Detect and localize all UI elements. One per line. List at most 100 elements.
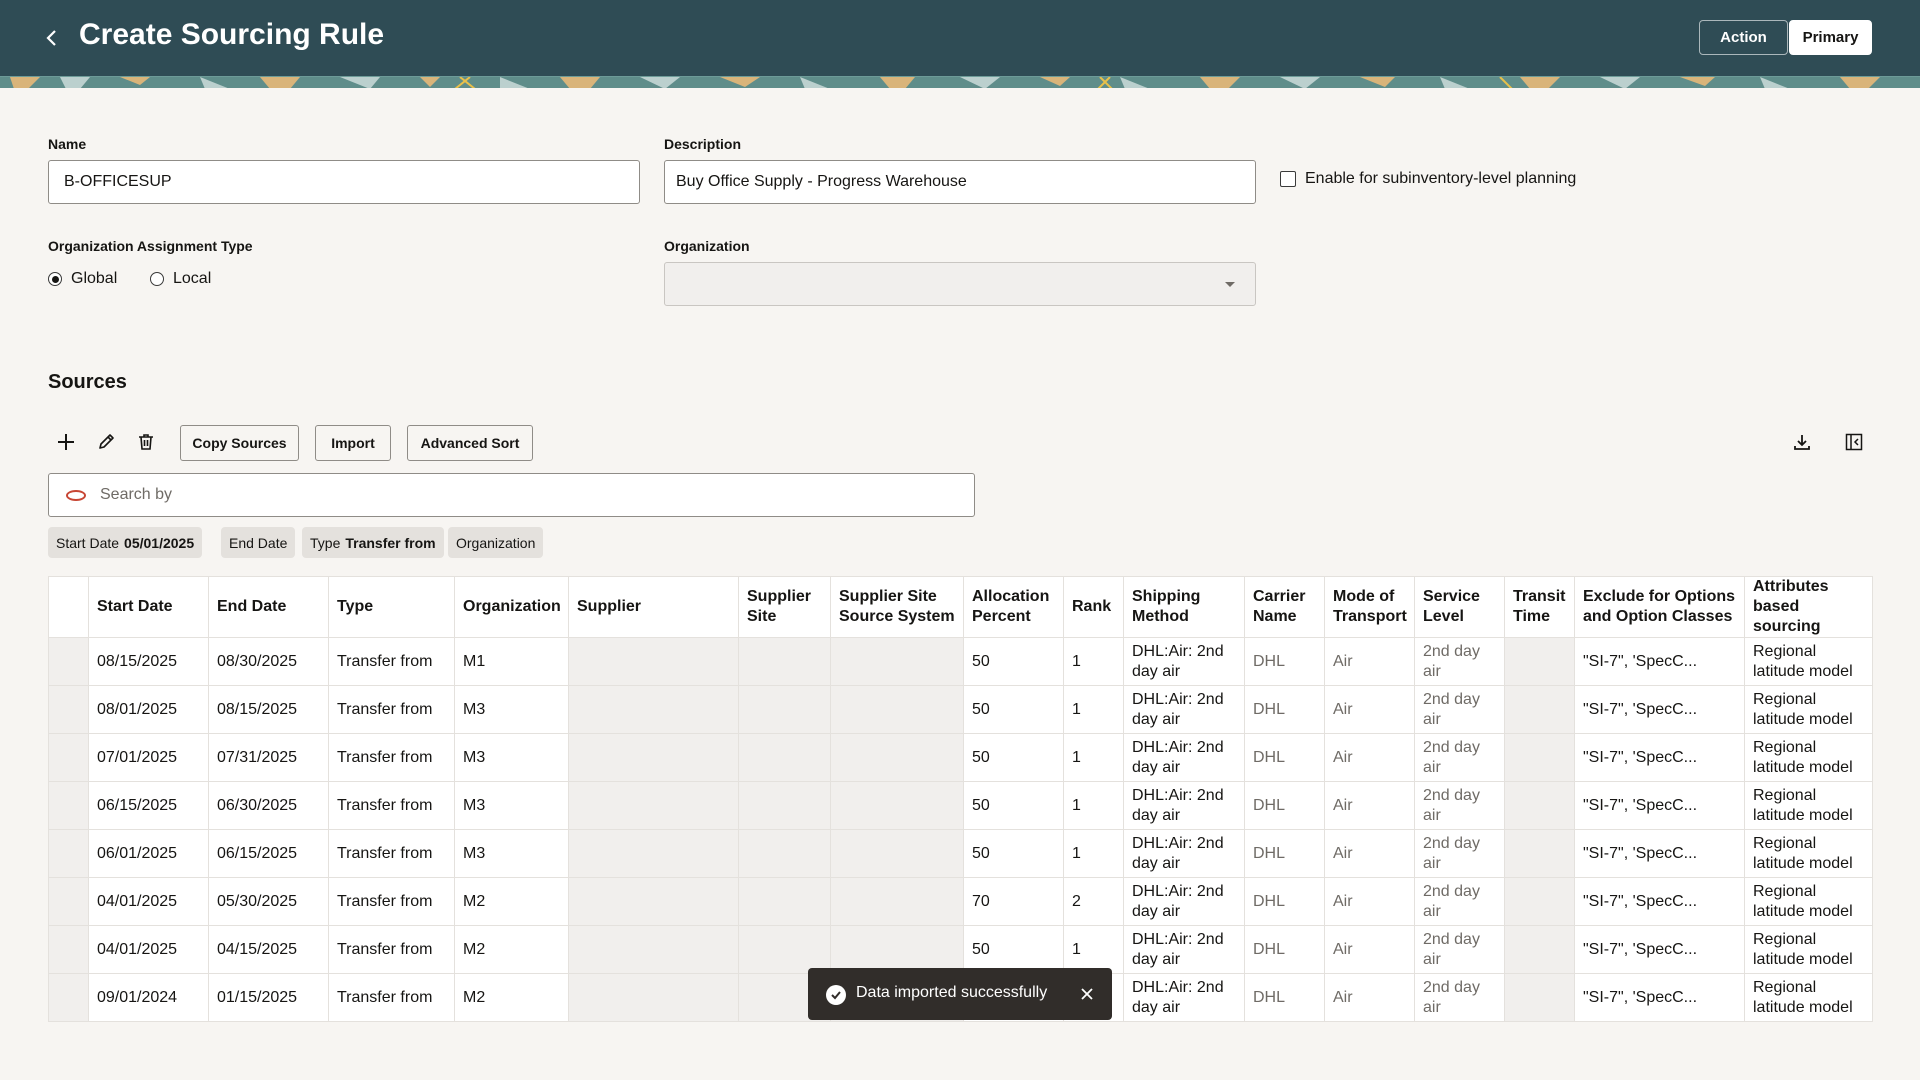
column-header-shipping-method[interactable]: Shipping Method bbox=[1123, 576, 1245, 638]
cell-exclude-options: "SI-7", 'SpecC... bbox=[1574, 973, 1745, 1022]
cell-service-level: 2nd day air bbox=[1414, 685, 1505, 734]
radio-local-option[interactable]: Local bbox=[150, 270, 211, 288]
caret-down-icon bbox=[1225, 282, 1235, 287]
cell-supplier bbox=[568, 973, 739, 1022]
filter-chip-end-date[interactable]: End Date bbox=[221, 527, 296, 558]
chip-value: Transfer from bbox=[345, 534, 436, 551]
filter-chip-type[interactable]: Type Transfer from bbox=[302, 527, 444, 558]
row-selector[interactable] bbox=[48, 829, 89, 878]
filter-chip-start-date[interactable]: Start Date 05/01/2025 bbox=[48, 527, 203, 558]
radio-global[interactable] bbox=[48, 272, 62, 286]
table-row[interactable]: 06/15/2025 06/30/2025 Transfer from M3 50 1 DH… bbox=[48, 781, 1873, 830]
cell-mode-of-transport: Air bbox=[1324, 925, 1415, 974]
row-selector[interactable] bbox=[48, 781, 89, 830]
table-row[interactable]: 08/15/2025 08/30/2025 Transfer from M1 50 1 DH… bbox=[48, 637, 1873, 686]
column-header-service-level[interactable]: Service Level bbox=[1414, 576, 1505, 638]
success-toast: Data imported successfully bbox=[808, 968, 1112, 1020]
column-header-rank[interactable]: Rank bbox=[1063, 576, 1124, 638]
cell-service-level: 2nd day air bbox=[1414, 925, 1505, 974]
header-row: Start Date End Date Type Organization Suppli… bbox=[48, 576, 1873, 638]
row-selector[interactable] bbox=[48, 925, 89, 974]
import-button[interactable]: Import bbox=[315, 425, 391, 461]
cell-supplier bbox=[568, 637, 739, 686]
radio-local-label: Local bbox=[173, 270, 212, 287]
radio-local[interactable] bbox=[150, 272, 164, 286]
column-header-allocation-percent[interactable]: Allocation Percent bbox=[963, 576, 1064, 638]
check-circle-icon bbox=[826, 985, 846, 1005]
cell-allocation-percent: 50 bbox=[963, 637, 1064, 686]
advanced-sort-button[interactable]: Advanced Sort bbox=[407, 425, 533, 461]
cell-exclude-options: "SI-7", 'SpecC... bbox=[1574, 829, 1745, 878]
back-button[interactable] bbox=[38, 22, 66, 54]
row-selector[interactable] bbox=[48, 973, 89, 1022]
cell-carrier-name: DHL bbox=[1244, 685, 1325, 734]
column-header-supplier-site[interactable]: Supplier Site bbox=[738, 576, 831, 638]
column-header-transit-time[interactable]: Transit Time bbox=[1504, 576, 1575, 638]
organization-select[interactable] bbox=[664, 262, 1256, 306]
column-header-attributes-sourcing[interactable]: Attributes based sourcing bbox=[1744, 576, 1873, 638]
cell-exclude-options: "SI-7", 'SpecC... bbox=[1574, 685, 1745, 734]
subinventory-planning-option[interactable]: Enable for subinventory-level planning bbox=[1280, 170, 1576, 188]
column-header-end-date[interactable]: End Date bbox=[208, 576, 329, 638]
radio-global-option[interactable]: Global bbox=[48, 270, 117, 288]
export-button[interactable] bbox=[1789, 429, 1815, 455]
cell-exclude-options: "SI-7", 'SpecC... bbox=[1574, 877, 1745, 926]
column-header-supplier-site-source-system[interactable]: Supplier Site Source System bbox=[830, 576, 964, 638]
table-row[interactable]: 07/01/2025 07/31/2025 Transfer from M3 50 1 DH… bbox=[48, 733, 1873, 782]
description-field[interactable]: Buy Office Supply - Progress Warehouse bbox=[664, 160, 1256, 204]
cell-allocation-percent: 50 bbox=[963, 829, 1064, 878]
cell-service-level: 2nd day air bbox=[1414, 973, 1505, 1022]
cell-mode-of-transport: Air bbox=[1324, 973, 1415, 1022]
row-selector[interactable] bbox=[48, 685, 89, 734]
column-header-exclude-options[interactable]: Exclude for Options and Option Classes bbox=[1574, 576, 1745, 638]
primary-button[interactable]: Primary bbox=[1789, 20, 1872, 55]
column-header-organization[interactable]: Organization bbox=[454, 576, 569, 638]
table-row[interactable]: 06/01/2025 06/15/2025 Transfer from M3 50 1 DH… bbox=[48, 829, 1873, 878]
copy-sources-button[interactable]: Copy Sources bbox=[180, 425, 299, 461]
column-header-supplier[interactable]: Supplier bbox=[568, 576, 739, 638]
cell-attributes-sourcing: Regional latitude model bbox=[1744, 733, 1873, 782]
cell-organization: M2 bbox=[454, 925, 569, 974]
column-header-start-date[interactable]: Start Date bbox=[88, 576, 209, 638]
search-input[interactable]: Search by bbox=[48, 473, 975, 517]
name-value: B-OFFICESUP bbox=[64, 173, 172, 190]
row-selector[interactable] bbox=[48, 637, 89, 686]
cell-supplier-site bbox=[738, 877, 831, 926]
table-row[interactable]: 08/01/2025 08/15/2025 Transfer from M3 50 1 DH… bbox=[48, 685, 1873, 734]
column-header-carrier-name[interactable]: Carrier Name bbox=[1244, 576, 1325, 638]
cell-exclude-options: "SI-7", 'SpecC... bbox=[1574, 733, 1745, 782]
table-row[interactable]: 04/01/2025 04/15/2025 Transfer from M2 50 1 DH… bbox=[48, 925, 1873, 974]
panel-toggle-button[interactable] bbox=[1841, 429, 1867, 455]
cell-start-date: 06/15/2025 bbox=[88, 781, 209, 830]
column-header-mode-of-transport[interactable]: Mode of Transport bbox=[1324, 576, 1415, 638]
name-field[interactable]: B-OFFICESUP bbox=[48, 160, 640, 204]
cell-rank: 1 bbox=[1063, 925, 1124, 974]
subinventory-checkbox[interactable] bbox=[1280, 171, 1296, 187]
column-header-type[interactable]: Type bbox=[328, 576, 455, 638]
chip-label: End Date bbox=[229, 534, 288, 551]
chip-value: 05/01/2025 bbox=[124, 534, 195, 551]
cell-type: Transfer from bbox=[328, 685, 455, 734]
cell-end-date: 06/30/2025 bbox=[208, 781, 329, 830]
row-selector[interactable] bbox=[48, 733, 89, 782]
close-toast-button[interactable] bbox=[1076, 983, 1098, 1005]
cell-carrier-name: DHL bbox=[1244, 973, 1325, 1022]
cell-attributes-sourcing: Regional latitude model bbox=[1744, 685, 1873, 734]
cell-supplier-site bbox=[738, 925, 831, 974]
add-button[interactable] bbox=[53, 429, 79, 455]
action-button[interactable]: Action bbox=[1699, 20, 1788, 55]
cell-transit-time bbox=[1504, 829, 1575, 878]
cell-supplier-site bbox=[738, 685, 831, 734]
cell-type: Transfer from bbox=[328, 973, 455, 1022]
edit-button[interactable] bbox=[93, 429, 119, 455]
cell-start-date: 04/01/2025 bbox=[88, 877, 209, 926]
delete-button[interactable] bbox=[133, 429, 159, 455]
filter-chip-organization[interactable]: Organization bbox=[448, 527, 544, 558]
cell-organization: M3 bbox=[454, 829, 569, 878]
table-header: Start Date End Date Type Organization Suppli… bbox=[48, 576, 1873, 638]
table-row[interactable]: 04/01/2025 05/30/2025 Transfer from M2 70 2 DH… bbox=[48, 877, 1873, 926]
row-selector[interactable] bbox=[48, 877, 89, 926]
page-title: Create Sourcing Rule bbox=[79, 18, 385, 51]
cell-mode-of-transport: Air bbox=[1324, 733, 1415, 782]
cell-organization: M3 bbox=[454, 685, 569, 734]
